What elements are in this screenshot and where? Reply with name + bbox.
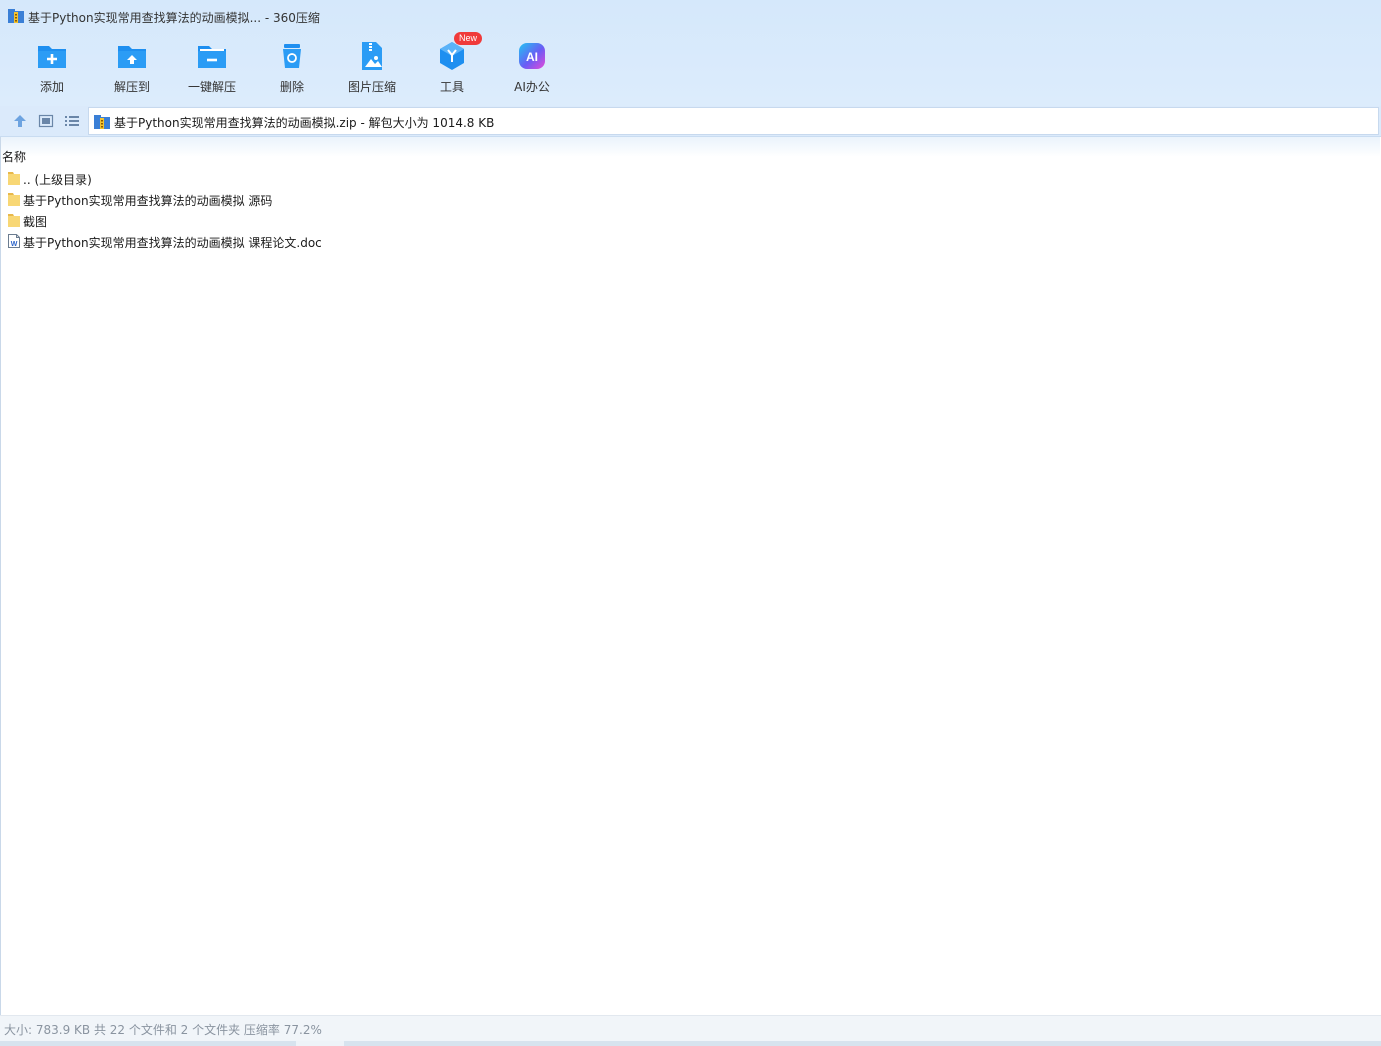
list-item-source-folder[interactable]: 基于Python实现常用查找算法的动画模拟 源码 (1, 189, 1380, 210)
scrollbar-thumb[interactable] (296, 1041, 344, 1046)
folder-icon (8, 172, 20, 185)
status-text: 大小: 783.9 KB 共 22 个文件和 2 个文件夹 压缩率 77.2% (4, 1023, 322, 1037)
add-folder-icon (38, 46, 66, 68)
extract-to-label: 解压到 (113, 80, 150, 94)
delete-button[interactable]: 删除 (252, 38, 332, 100)
tools-button[interactable]: New 工具 (412, 32, 492, 100)
extract-to-icon (118, 46, 146, 68)
folder-icon (8, 214, 20, 227)
top-chrome: 基于Python实现常用查找算法的动画模拟... - 360压缩 添加 解压到 (0, 0, 1381, 106)
list-item-name: .. (上级目录) (23, 173, 92, 187)
image-compress-button[interactable]: 图片压缩 (332, 38, 412, 100)
window-title: 基于Python实现常用查找算法的动画模拟... - 360压缩 (28, 11, 320, 25)
delete-label: 删除 (279, 80, 304, 94)
svg-text:W: W (11, 241, 18, 248)
folder-icon (8, 193, 20, 206)
tools-label: 工具 (439, 80, 464, 94)
list-item-doc-file[interactable]: W 基于Python实现常用查找算法的动画模拟 课程论文.doc (1, 231, 1380, 252)
ai-office-label: AI办公 (514, 80, 550, 94)
svg-text:AI: AI (526, 50, 538, 64)
view-thumbnail-icon[interactable] (38, 113, 54, 129)
one-click-extract-label: 一键解压 (187, 80, 236, 94)
image-compress-icon (362, 42, 382, 70)
word-doc-icon: W (8, 234, 20, 248)
horizontal-scrollbar[interactable] (0, 1041, 1381, 1046)
extract-to-button[interactable]: 解压到 (92, 38, 172, 100)
list-item-name: 基于Python实现常用查找算法的动画模拟 课程论文.doc (23, 236, 322, 250)
status-bar: 大小: 783.9 KB 共 22 个文件和 2 个文件夹 压缩率 77.2% (0, 1015, 1381, 1046)
list-item-screenshot-folder[interactable]: 截图 (1, 210, 1380, 231)
title-bar: 基于Python实现常用查找算法的动画模拟... - 360压缩 (0, 0, 1381, 32)
add-button[interactable]: 添加 (12, 38, 92, 100)
add-label: 添加 (39, 80, 64, 94)
list-item-name: 截图 (23, 215, 48, 229)
one-click-extract-icon (198, 46, 226, 68)
ai-office-button[interactable]: AI AI办公 (492, 38, 572, 100)
list-item-parent-dir[interactable]: .. (上级目录) (1, 168, 1380, 189)
image-compress-label: 图片压缩 (347, 80, 396, 94)
up-arrow-icon[interactable] (12, 113, 28, 129)
one-click-extract-button[interactable]: 一键解压 (172, 38, 252, 100)
archive-icon (94, 115, 110, 129)
column-header-name[interactable]: 名称 (2, 148, 26, 165)
path-text: 基于Python实现常用查找算法的动画模拟.zip - 解包大小为 1014.8… (114, 116, 495, 130)
list-item-name: 基于Python实现常用查找算法的动画模拟 源码 (23, 194, 273, 208)
archive-icon (8, 9, 24, 23)
ai-office-icon: AI (519, 43, 545, 69)
address-bar: 基于Python实现常用查找算法的动画模拟.zip - 解包大小为 1014.8… (0, 106, 1381, 137)
trash-icon (283, 44, 301, 68)
new-badge: New (454, 32, 482, 45)
path-field[interactable]: 基于Python实现常用查找算法的动画模拟.zip - 解包大小为 1014.8… (88, 107, 1379, 135)
view-list-icon[interactable] (64, 113, 80, 129)
file-list: 名称 .. (上级目录) 基于Python实现常用查找算法的动画模拟 源码 截图… (0, 137, 1380, 1015)
